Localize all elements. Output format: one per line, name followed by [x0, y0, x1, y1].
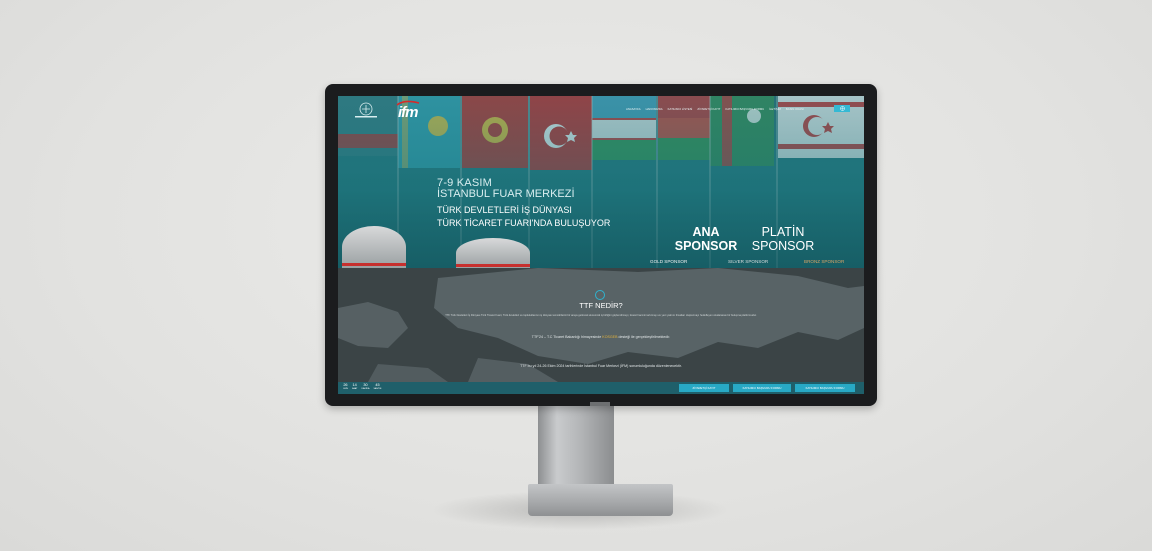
- hero-tagline-1: TÜRK DEVLETLERİ İŞ DÜNYASI: [437, 205, 572, 215]
- bottom-bar: 26 GÜN 14 SAAT 30 DAKİKA 45 SANİYE ZİYAR…: [338, 382, 864, 394]
- countdown-days: 26 GÜN: [343, 383, 348, 391]
- monitor-stand-slot: [590, 402, 610, 406]
- dome-left-band: [342, 263, 406, 266]
- countdown-hours-label: SAAT: [351, 388, 358, 390]
- ttf-section-icon: [595, 290, 605, 300]
- countdown-hours: 14 SAAT: [352, 383, 358, 391]
- main-nav: ANASAYFA HAKKIMIZDA KATILIMCI LİSTESİ Zİ…: [626, 107, 804, 111]
- about-section: TTF NEDİR? TTF Türk Devletleri İş Dünyas…: [338, 268, 864, 382]
- main-sponsor-line1: ANA: [692, 225, 720, 239]
- platinum-sponsor[interactable]: PLATİN SPONSOR: [748, 225, 818, 253]
- silver-sponsor[interactable]: SILVER SPONSOR: [728, 259, 768, 264]
- exhibitor-form-button-2[interactable]: KATILIMCI BAŞVURU FORMU: [795, 384, 855, 392]
- about-line-1-highlight[interactable]: KOSGEB: [602, 335, 617, 339]
- ifm-logo[interactable]: ifm: [398, 104, 418, 121]
- hero-tagline-2: TÜRK TİCARET FUARI'NDA BULUŞUYOR: [437, 218, 611, 228]
- hero-banner: ifm ANASAYFA HAKKIMIZDA KATILIMCI LİSTES…: [338, 96, 864, 268]
- countdown-seconds: 45 SANİYE: [373, 383, 381, 391]
- nav-link-exhibitor-form[interactable]: KATILIMCI BAŞVURU FORMU: [725, 107, 764, 111]
- countdown: 26 GÜN 14 SAAT 30 DAKİKA 45 SANİYE: [343, 383, 382, 391]
- nav-link-exhibitors[interactable]: KATILIMCI LİSTESİ: [668, 107, 693, 111]
- countdown-minutes-label: DAKİKA: [361, 388, 370, 390]
- globe-icon: [839, 106, 845, 111]
- monitor-stand-neck: [538, 402, 614, 490]
- nav-link-home[interactable]: ANASAYFA: [626, 107, 641, 111]
- nav-link-about[interactable]: HAKKIMIZDA: [646, 107, 663, 111]
- exhibitor-form-button[interactable]: KATILIMCI BAŞVURU FORMU: [733, 384, 791, 392]
- main-sponsor-line2: SPONSOR: [674, 239, 738, 253]
- platinum-sponsor-line2: SPONSOR: [751, 239, 815, 253]
- platinum-sponsor-line1: PLATİN: [761, 225, 805, 239]
- nav-link-press[interactable]: BASIN ODASI: [786, 107, 804, 111]
- about-line-1-post: desteği ile gerçekleştirilmektedir.: [617, 335, 671, 339]
- site-header: ifm ANASAYFA HAKKIMIZDA KATILIMCI LİSTES…: [338, 96, 864, 121]
- about-paragraph: TTF Türk Devletleri İş Dünyası Türk Tica…: [445, 314, 757, 317]
- countdown-seconds-label: SANİYE: [373, 388, 382, 390]
- about-line-1-pre: TTF'24 – T.C Ticaret Bakanlığı himayesin…: [531, 335, 603, 339]
- countdown-minutes: 30 DAKİKA: [361, 383, 369, 391]
- language-button[interactable]: [834, 105, 850, 112]
- gold-sponsor[interactable]: GOLD SPONSOR: [650, 259, 687, 264]
- dome-left: [342, 226, 406, 268]
- main-sponsor[interactable]: ANA SPONSOR: [668, 225, 744, 253]
- monitor-screen: ifm ANASAYFA HAKKIMIZDA KATILIMCI LİSTES…: [338, 96, 864, 394]
- nav-link-contact[interactable]: İLETİŞİM: [769, 107, 781, 111]
- hero-venue: İSTANBUL FUAR MERKEZİ: [437, 188, 575, 200]
- countdown-days-label: GÜN: [343, 388, 348, 390]
- about-line-1: TTF'24 – T.C Ticaret Bakanlığı himayesin…: [338, 335, 864, 339]
- about-title: TTF NEDİR?: [579, 301, 623, 310]
- bronze-sponsor[interactable]: BRONZ SPONSOR: [804, 259, 844, 264]
- about-line-2: TTF bu yıl 24-26 Ekim 2024 tarihlerinde …: [520, 364, 682, 368]
- visitor-register-button[interactable]: ZİYARETÇİ KAYIT: [679, 384, 729, 392]
- nav-link-visitor-register[interactable]: ZİYARETÇİ KAYIT: [697, 107, 720, 111]
- monitor-stand-base: [528, 484, 673, 516]
- dome-right-band: [456, 264, 530, 267]
- ttf-logo-icon[interactable]: [352, 102, 382, 120]
